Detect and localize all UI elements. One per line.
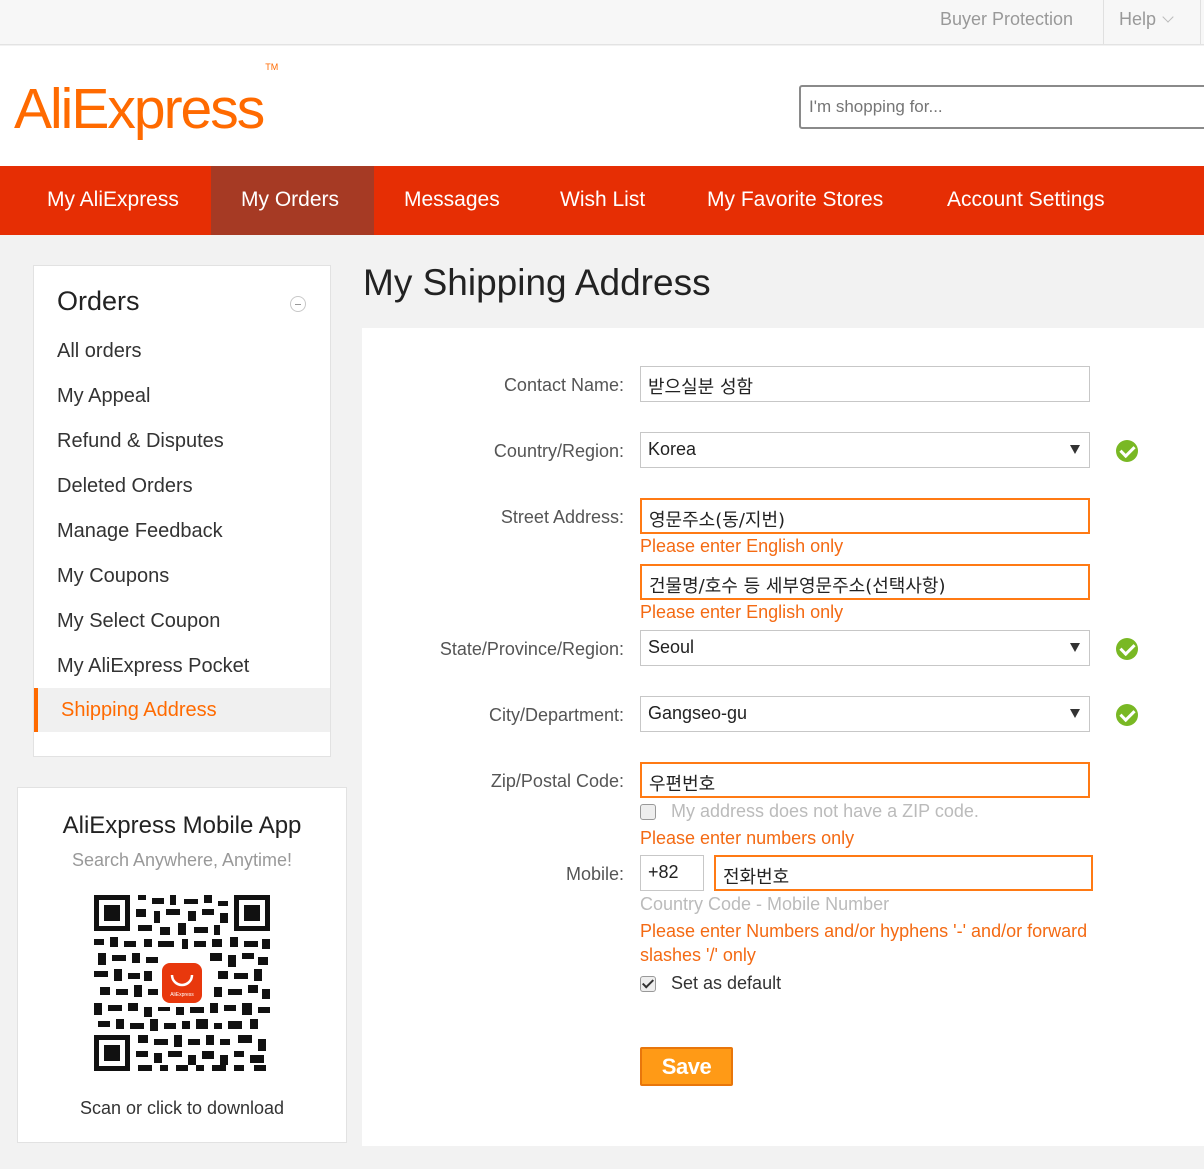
nav-my-aliexpress[interactable]: My AliExpress [17, 166, 209, 235]
country-select[interactable]: Korea [640, 432, 1090, 468]
collapse-icon[interactable] [290, 296, 306, 312]
street-address-input-2[interactable]: 건물명/호수 등 세부영문주소(선택사항) [640, 564, 1090, 600]
orders-sidebar: Orders All orders My Appeal Refund & Dis… [33, 265, 331, 757]
state-value: Seoul [648, 637, 695, 657]
save-button[interactable]: Save [640, 1047, 733, 1086]
dropdown-arrow-icon [1070, 709, 1080, 718]
page-title: My Shipping Address [363, 262, 711, 303]
sidebar-item-my-coupons[interactable]: My Coupons [34, 554, 330, 598]
sidebar-item-all-orders[interactable]: All orders [34, 329, 330, 373]
logo-text: AliExpress [14, 77, 265, 141]
mobile-input[interactable]: 전화번호 [714, 855, 1093, 891]
shipping-address-form: Contact Name: 받으실분 성함 Country/Region: Ko… [362, 328, 1204, 1146]
sidebar-item-manage-feedback[interactable]: Manage Feedback [34, 509, 330, 553]
check-icon [1116, 704, 1138, 726]
main-nav: My AliExpress My Orders Messages Wish Li… [0, 166, 1204, 235]
check-icon [1116, 440, 1138, 462]
zip-error: Please enter numbers only [640, 828, 855, 848]
contact-name-input[interactable]: 받으실분 성함 [640, 366, 1090, 402]
sidebar-title: Orders [57, 286, 140, 316]
city-label: City/Department: [488, 705, 624, 725]
aliexpress-logo[interactable]: AliExpressTM [14, 62, 278, 142]
qr-app-label: AliExpress [170, 992, 194, 998]
nav-favorite-stores[interactable]: My Favorite Stores [677, 166, 913, 235]
country-code-input[interactable]: +82 [640, 855, 704, 891]
no-zip-label: My address does not have a ZIP code. [671, 801, 979, 821]
top-utility-bar: Buyer Protection Help [0, 0, 1204, 45]
search-input[interactable] [799, 85, 1204, 129]
sidebar-item-shipping-address[interactable]: Shipping Address [34, 688, 330, 732]
set-default-label: Set as default [671, 973, 782, 993]
site-header: AliExpressTM [0, 46, 1204, 166]
street-address-input-1[interactable]: 영문주소(동/지번) [640, 498, 1090, 534]
app-subtitle: Search Anywhere, Anytime! [71, 850, 293, 870]
dropdown-arrow-icon [1070, 445, 1080, 454]
contact-name-label: Contact Name: [503, 375, 624, 395]
logo-trademark: TM [265, 62, 279, 72]
street-address-label: Street Address: [500, 507, 624, 527]
nav-account-settings[interactable]: Account Settings [917, 166, 1135, 235]
zip-label: Zip/Postal Code: [490, 771, 624, 791]
qr-code-icon[interactable]: AliExpress [94, 895, 270, 1071]
topbar-divider [1103, 0, 1104, 44]
help-menu[interactable]: Help [1119, 0, 1174, 44]
state-select[interactable]: Seoul [640, 630, 1090, 666]
sidebar-item-deleted-orders[interactable]: Deleted Orders [34, 464, 330, 508]
sidebar-item-refund-disputes[interactable]: Refund & Disputes [34, 419, 330, 463]
buyer-protection-link[interactable]: Buyer Protection [940, 0, 1073, 44]
state-label: State/Province/Region: [439, 639, 624, 659]
app-title: AliExpress Mobile App [62, 812, 302, 839]
check-icon [1116, 638, 1138, 660]
zip-input[interactable]: 우편번호 [640, 762, 1090, 798]
mobile-error-line-2: slashes '/' only [640, 945, 756, 965]
country-label: Country/Region: [493, 441, 624, 461]
mobile-app-promo: AliExpress Mobile App Search Anywhere, A… [17, 787, 347, 1143]
sidebar-item-my-appeal[interactable]: My Appeal [34, 374, 330, 418]
country-value: Korea [648, 439, 697, 459]
mobile-label: Mobile: [565, 864, 624, 884]
nav-messages[interactable]: Messages [374, 166, 530, 235]
street-error-1: Please enter English only [640, 536, 844, 556]
city-value: Gangseo-gu [648, 703, 748, 723]
sidebar-item-aliexpress-pocket[interactable]: My AliExpress Pocket [34, 644, 330, 688]
topbar-divider [1200, 0, 1201, 44]
no-zip-checkbox[interactable] [640, 804, 656, 820]
set-default-checkbox[interactable] [640, 976, 656, 992]
app-download-text[interactable]: Scan or click to download [18, 1098, 346, 1119]
nav-wish-list[interactable]: Wish List [530, 166, 675, 235]
nav-my-orders[interactable]: My Orders [211, 166, 374, 235]
mobile-error-line-1: Please enter Numbers and/or hyphens '-' … [640, 921, 1088, 941]
mobile-hint: Country Code - Mobile Number [640, 894, 890, 914]
dropdown-arrow-icon [1070, 643, 1080, 652]
city-select[interactable]: Gangseo-gu [640, 696, 1090, 732]
sidebar-item-my-select-coupon[interactable]: My Select Coupon [34, 599, 330, 643]
street-error-2: Please enter English only [640, 602, 844, 622]
help-label: Help [1119, 9, 1157, 29]
chevron-down-icon [1162, 11, 1174, 23]
